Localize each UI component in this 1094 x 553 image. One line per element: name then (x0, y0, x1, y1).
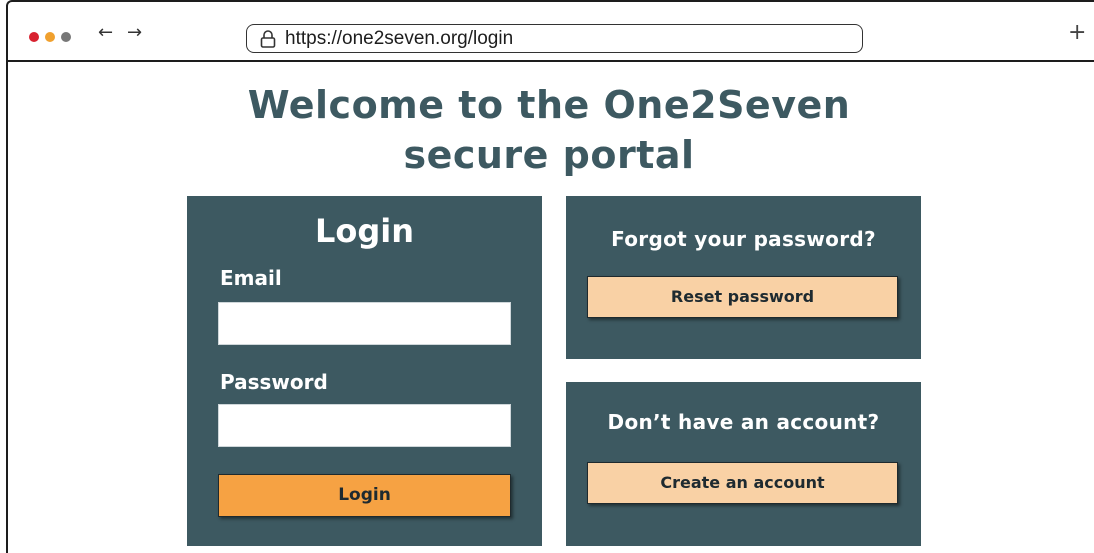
forgot-password-panel: Forgot your password? Reset password (566, 196, 921, 359)
forgot-password-title: Forgot your password? (611, 227, 876, 251)
reset-password-button[interactable]: Reset password (587, 276, 898, 318)
login-button[interactable]: Login (218, 474, 511, 517)
password-field[interactable] (218, 404, 511, 447)
back-arrow-icon[interactable]: ← (98, 24, 113, 42)
create-account-button[interactable]: Create an account (587, 462, 898, 504)
email-label: Email (220, 266, 282, 290)
email-input[interactable] (219, 303, 510, 344)
create-account-panel: Don’t have an account? Create an account (566, 382, 921, 546)
login-title: Login (314, 212, 415, 250)
password-label: Password (220, 370, 328, 394)
new-tab-icon[interactable]: + (1068, 22, 1086, 44)
url-text: https://one2seven.org/login (285, 27, 514, 49)
page-title: Welcome to the One2Seven secure portal (2, 80, 1094, 180)
window-controls (29, 32, 71, 42)
browser-toolbar: ← → https://one2seven.org/login + (8, 2, 1094, 62)
page-title-line-2: secure portal (403, 133, 695, 177)
login-panel: Login Email Password Login (187, 196, 542, 546)
close-window-icon[interactable] (29, 32, 39, 42)
page-title-line-1: Welcome to the One2Seven (247, 83, 851, 127)
create-account-title: Don’t have an account? (607, 410, 880, 434)
maximize-window-icon[interactable] (61, 32, 71, 42)
browser-window: ← → https://one2seven.org/login + Welcom… (6, 0, 1094, 553)
lock-icon (260, 29, 276, 48)
email-field[interactable] (218, 302, 511, 345)
forward-arrow-icon[interactable]: → (127, 24, 142, 42)
address-bar[interactable]: https://one2seven.org/login (246, 24, 863, 53)
password-input[interactable] (219, 405, 510, 446)
minimize-window-icon[interactable] (45, 32, 55, 42)
